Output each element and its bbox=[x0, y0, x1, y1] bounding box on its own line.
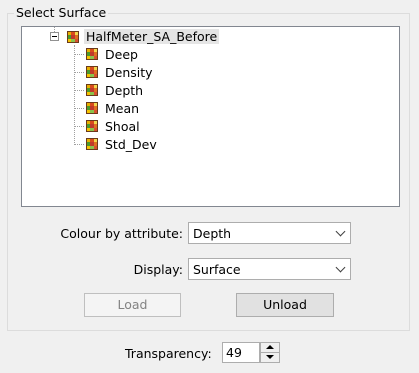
arrow-down-icon bbox=[266, 355, 274, 359]
display-select[interactable]: Surface bbox=[188, 258, 351, 280]
collapse-icon[interactable] bbox=[50, 32, 59, 41]
tree-item-label: Std_Dev bbox=[105, 137, 157, 152]
colour-by-select[interactable]: Depth bbox=[188, 222, 351, 244]
colour-by-label: Colour by attribute: bbox=[60, 226, 183, 241]
tree-item-label: Shoal bbox=[105, 119, 140, 134]
tree-connector bbox=[74, 54, 84, 55]
chevron-down-icon bbox=[335, 226, 346, 237]
tree-connector bbox=[74, 108, 84, 109]
display-label: Display: bbox=[133, 262, 183, 277]
tree-root-label: HalfMeter_SA_Before bbox=[84, 29, 220, 44]
tree-connector bbox=[74, 144, 84, 145]
surface-grid-icon bbox=[67, 31, 79, 43]
load-button[interactable]: Load bbox=[84, 293, 181, 317]
surface-grid-icon bbox=[86, 48, 98, 60]
transparency-input[interactable]: 49 bbox=[222, 342, 260, 363]
tree-item-label: Mean bbox=[105, 101, 140, 116]
surface-tree[interactable]: HalfMeter_SA_Before Deep Density Depth M… bbox=[21, 26, 400, 207]
arrow-up-icon bbox=[266, 345, 274, 349]
tree-connector bbox=[74, 72, 84, 73]
spin-down-button[interactable] bbox=[261, 353, 279, 362]
spin-up-button[interactable] bbox=[261, 343, 279, 353]
surface-grid-icon bbox=[86, 120, 98, 132]
transparency-spinner[interactable] bbox=[260, 342, 280, 363]
tree-connector bbox=[74, 90, 84, 91]
tree-item-label: Density bbox=[105, 65, 153, 80]
surface-grid-icon bbox=[86, 138, 98, 150]
tree-item-label: Deep bbox=[105, 47, 138, 62]
tree-item-label: Depth bbox=[105, 83, 144, 98]
colour-by-value: Depth bbox=[193, 226, 232, 241]
unload-button[interactable]: Unload bbox=[236, 293, 334, 317]
transparency-value: 49 bbox=[226, 345, 242, 360]
display-value: Surface bbox=[193, 262, 241, 277]
surface-grid-icon bbox=[86, 102, 98, 114]
chevron-down-icon bbox=[335, 262, 346, 273]
transparency-label: Transparency: bbox=[125, 346, 212, 361]
surface-grid-icon bbox=[86, 84, 98, 96]
tree-connector bbox=[74, 45, 75, 145]
surface-grid-icon bbox=[86, 66, 98, 78]
tree-connector bbox=[74, 126, 84, 127]
group-title: Select Surface bbox=[14, 5, 109, 20]
